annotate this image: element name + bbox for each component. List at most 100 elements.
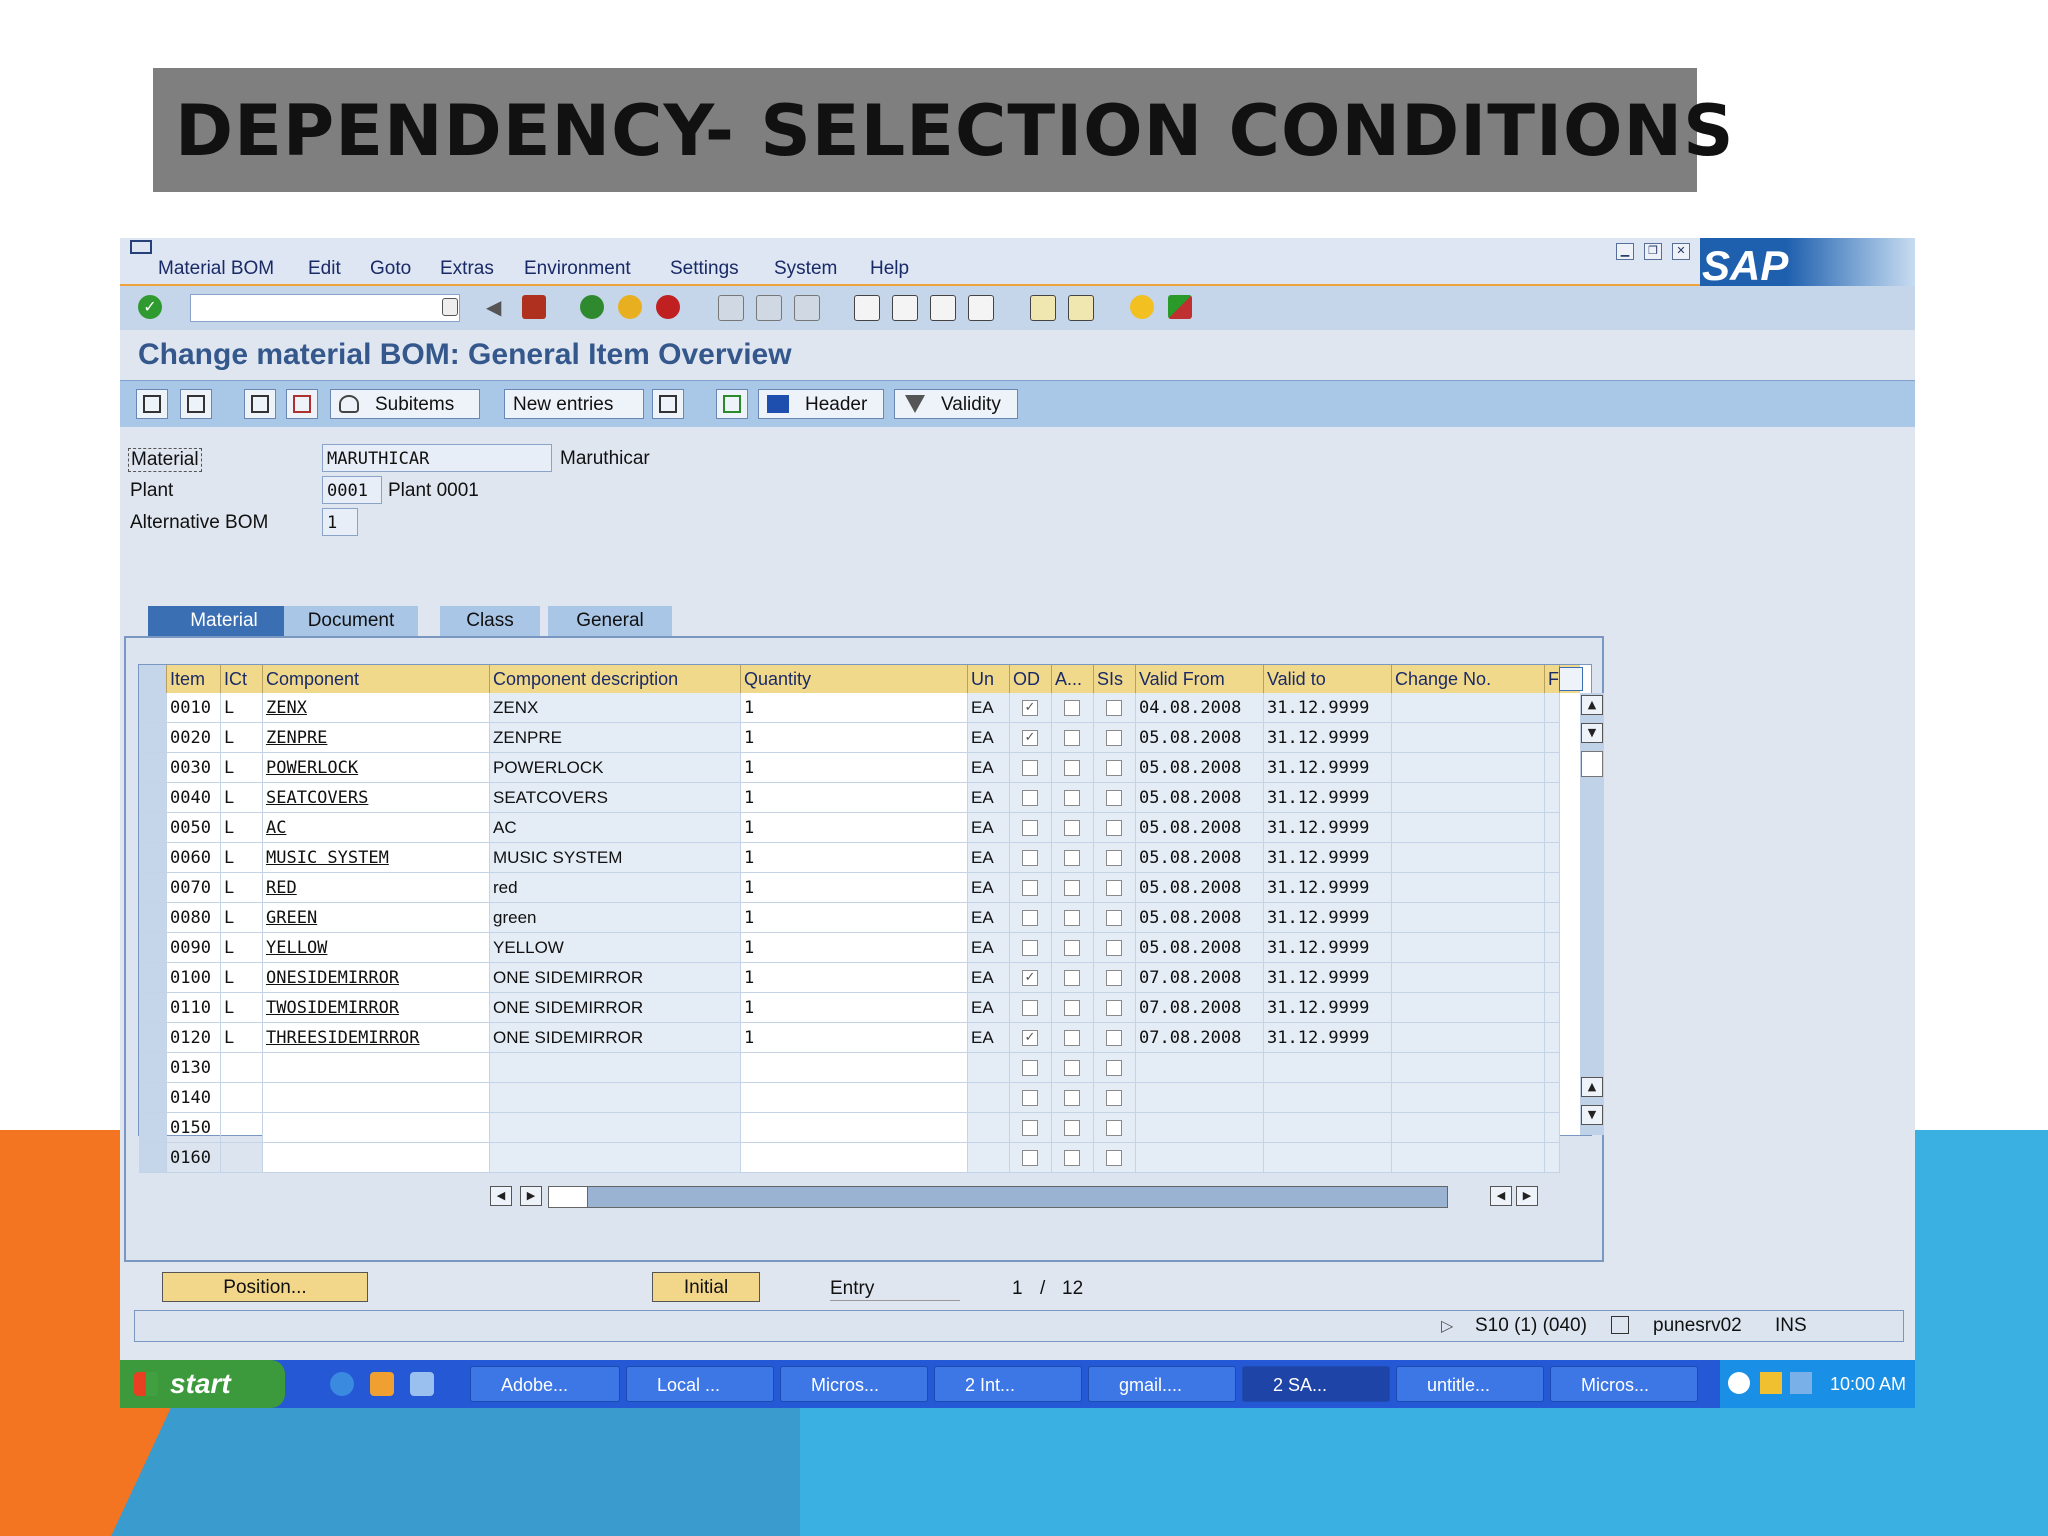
item-details-icon[interactable] <box>244 389 276 419</box>
cell-f[interactable] <box>1545 1113 1560 1143</box>
menu-settings[interactable]: Settings <box>670 258 739 280</box>
header-button[interactable]: Header <box>758 389 884 419</box>
task-internet[interactable]: 2 Int... <box>934 1366 1082 1402</box>
scroll-far-left-icon[interactable]: ◀ <box>1490 1186 1512 1206</box>
cell-valid-to[interactable]: 31.12.9999 <box>1264 903 1392 933</box>
cell-valid-to[interactable]: 31.12.9999 <box>1264 963 1392 993</box>
od-checkbox[interactable] <box>1022 940 1038 956</box>
od-checkbox[interactable] <box>1022 1060 1038 1076</box>
display-change-icon[interactable] <box>136 389 168 419</box>
internet-explorer-icon[interactable] <box>330 1372 354 1396</box>
cell-component-description[interactable]: POWERLOCK <box>490 753 741 783</box>
row-selector[interactable] <box>139 723 167 753</box>
validity-button[interactable]: Validity <box>894 389 1018 419</box>
row-selector[interactable] <box>139 753 167 783</box>
cell-f[interactable] <box>1545 723 1560 753</box>
cell-valid-from[interactable]: 05.08.2008 <box>1136 873 1264 903</box>
cell-change-no[interactable] <box>1392 933 1545 963</box>
cell-component-description[interactable] <box>490 1143 741 1173</box>
cell-f[interactable] <box>1545 933 1560 963</box>
sis-checkbox[interactable] <box>1106 1060 1122 1076</box>
cell-valid-to[interactable]: 31.12.9999 <box>1264 723 1392 753</box>
table-row[interactable]: 0130 <box>139 1053 1579 1083</box>
cell-f[interactable] <box>1545 963 1560 993</box>
scroll-right-icon[interactable]: ▶ <box>520 1186 542 1206</box>
cell-component[interactable]: RED <box>263 873 490 903</box>
clock[interactable]: 10:00 AM <box>1830 1360 1906 1408</box>
start-button[interactable]: start <box>120 1360 285 1408</box>
minimize-icon[interactable]: ▁ <box>1616 243 1634 260</box>
cell-f[interactable] <box>1545 693 1560 723</box>
find-icon[interactable] <box>756 295 782 321</box>
cell-f[interactable] <box>1545 1143 1560 1173</box>
cell-valid-from[interactable] <box>1136 1143 1264 1173</box>
col-change-no[interactable]: Change No. <box>1392 665 1545 693</box>
task-sap[interactable]: 2 SA... <box>1242 1366 1390 1402</box>
cell-valid-to[interactable]: 31.12.9999 <box>1264 933 1392 963</box>
cell-f[interactable] <box>1545 993 1560 1023</box>
sis-checkbox[interactable] <box>1106 850 1122 866</box>
cell-unit[interactable]: EA <box>968 933 1010 963</box>
select-all-cell[interactable] <box>139 665 167 693</box>
cell-component-description[interactable]: MUSIC SYSTEM <box>490 843 741 873</box>
cell-component[interactable]: POWERLOCK <box>263 753 490 783</box>
od-checkbox[interactable] <box>1022 1000 1038 1016</box>
menu-icon[interactable] <box>130 240 152 254</box>
status-expand-icon[interactable]: ▷ <box>1441 1316 1453 1335</box>
sis-checkbox[interactable] <box>1106 1030 1122 1046</box>
cell-unit[interactable]: EA <box>968 903 1010 933</box>
row-selector[interactable] <box>139 813 167 843</box>
cell-component-description[interactable]: YELLOW <box>490 933 741 963</box>
tray-network-icon[interactable] <box>1790 1372 1812 1394</box>
cell-component[interactable] <box>263 1113 490 1143</box>
task-adobe[interactable]: Adobe... <box>470 1366 620 1402</box>
cell-quantity[interactable]: 1 <box>741 873 968 903</box>
cell-valid-from[interactable] <box>1136 1113 1264 1143</box>
od-checkbox[interactable] <box>1022 910 1038 926</box>
cell-f[interactable] <box>1545 873 1560 903</box>
od-checkbox[interactable] <box>1022 1120 1038 1136</box>
col-a[interactable]: A... <box>1052 665 1094 693</box>
col-valid-to[interactable]: Valid to <box>1264 665 1392 693</box>
cell-quantity[interactable]: 1 <box>741 933 968 963</box>
col-ict[interactable]: ICt <box>221 665 263 693</box>
subitems-button[interactable]: Subitems <box>330 389 480 419</box>
cell-unit[interactable]: EA <box>968 843 1010 873</box>
cancel-icon[interactable] <box>656 295 680 319</box>
cell-change-no[interactable] <box>1392 693 1545 723</box>
a-checkbox[interactable] <box>1064 940 1080 956</box>
a-checkbox[interactable] <box>1064 1150 1080 1166</box>
cell-quantity[interactable] <box>741 1143 968 1173</box>
cell-component[interactable]: ONESIDEMIRROR <box>263 963 490 993</box>
scroll-page-up-icon[interactable]: ▲ <box>1581 1077 1603 1097</box>
cell-quantity[interactable]: 1 <box>741 753 968 783</box>
sis-checkbox[interactable] <box>1106 940 1122 956</box>
enter-check-icon[interactable]: ✓ <box>138 295 162 319</box>
previous-page-icon[interactable] <box>892 295 918 321</box>
cell-valid-from[interactable]: 05.08.2008 <box>1136 753 1264 783</box>
cell-quantity[interactable]: 1 <box>741 963 968 993</box>
cell-component[interactable]: TWOSIDEMIRROR <box>263 993 490 1023</box>
cell-valid-from[interactable]: 05.08.2008 <box>1136 783 1264 813</box>
cell-change-no[interactable] <box>1392 1023 1545 1053</box>
cell-component-description[interactable]: AC <box>490 813 741 843</box>
cell-valid-to[interactable]: 31.12.9999 <box>1264 813 1392 843</box>
col-unit[interactable]: Un <box>968 665 1010 693</box>
back-arrow-icon[interactable]: ◀ <box>486 295 510 319</box>
od-checkbox[interactable]: ✓ <box>1022 730 1038 746</box>
cell-valid-from[interactable]: 05.08.2008 <box>1136 933 1264 963</box>
cell-component-description[interactable] <box>490 1113 741 1143</box>
cell-component[interactable]: ZENX <box>263 693 490 723</box>
other-bom-icon[interactable] <box>180 389 212 419</box>
a-checkbox[interactable] <box>1064 880 1080 896</box>
sis-checkbox[interactable] <box>1106 1150 1122 1166</box>
cell-valid-from[interactable]: 05.08.2008 <box>1136 723 1264 753</box>
col-quantity[interactable]: Quantity <box>741 665 968 693</box>
cell-valid-to[interactable] <box>1264 1143 1392 1173</box>
cell-change-no[interactable] <box>1392 813 1545 843</box>
cell-quantity[interactable]: 1 <box>741 993 968 1023</box>
close-icon[interactable]: ✕ <box>1672 243 1690 260</box>
initial-button[interactable]: Initial <box>652 1272 760 1302</box>
sis-checkbox[interactable] <box>1106 880 1122 896</box>
material-field[interactable]: MARUTHICAR <box>322 444 552 472</box>
